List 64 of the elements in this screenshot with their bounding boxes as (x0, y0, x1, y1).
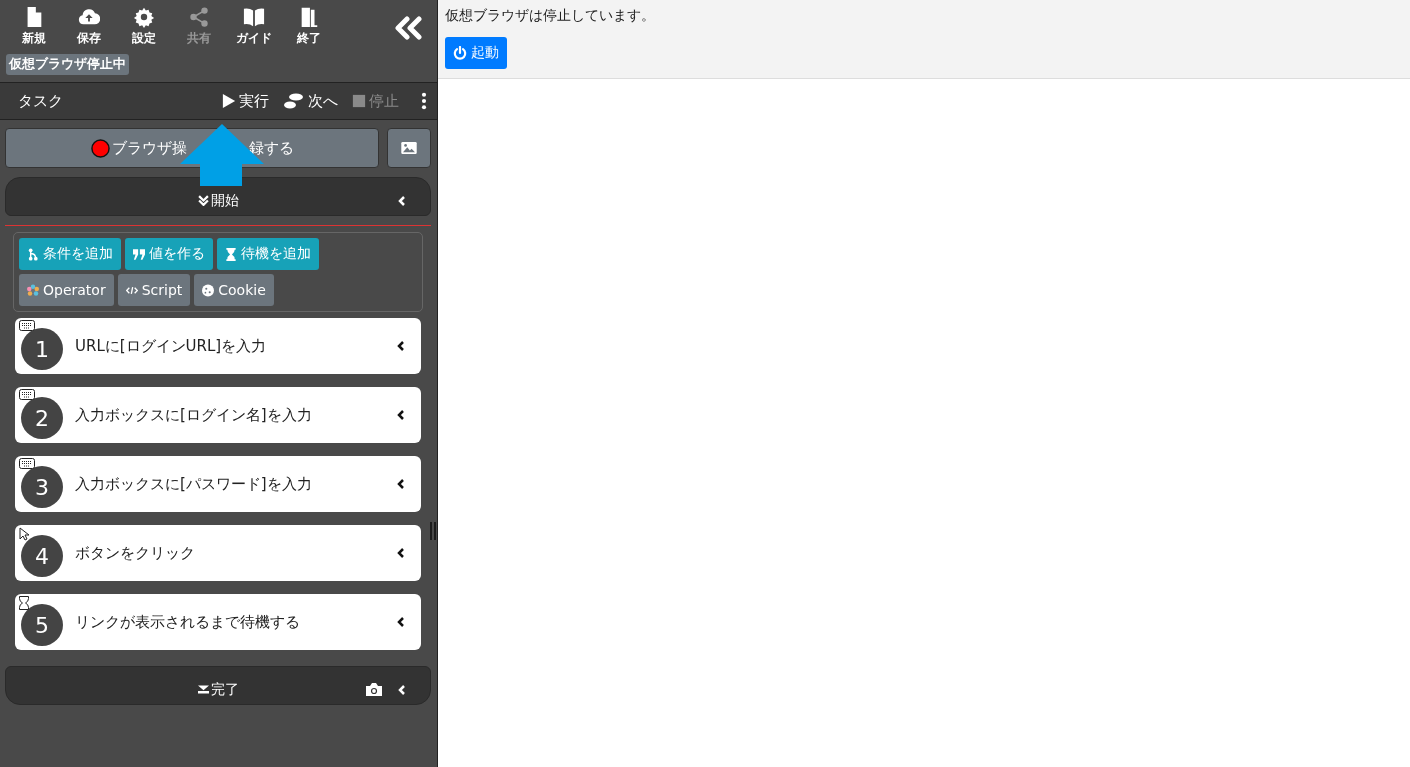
step-number: 5 (21, 604, 63, 646)
toolbar-button[interactable]: 保存 (61, 4, 116, 49)
end-marker-icon (197, 684, 209, 695)
step-number: 2 (21, 397, 63, 439)
start-button[interactable]: 起動 (445, 37, 507, 69)
keyboard-icon (19, 320, 35, 331)
step-label: リンクが表示されるまで待機する (75, 612, 300, 632)
record-icon (90, 138, 110, 158)
chevron-left-icon[interactable] (397, 409, 405, 421)
step-number: 4 (21, 535, 63, 577)
step-card[interactable]: 3 入力ボックスに[パスワード]を入力 (15, 456, 421, 512)
step-label: ボタンをクリック (75, 543, 195, 563)
step-card[interactable]: 5 リンクが表示されるまで待機する (15, 594, 421, 650)
play-icon (222, 93, 236, 109)
keyboard-icon (19, 458, 35, 469)
flower-icon (27, 283, 39, 297)
chevron-left-icon[interactable] (397, 478, 405, 490)
branch-icon (27, 247, 39, 261)
toolbar-button[interactable]: 新規 (6, 4, 61, 49)
status-message: 仮想ブラウザは停止しています。 (445, 7, 655, 25)
step-card[interactable]: 1 URLに[ログインURL]を入力 (15, 318, 421, 374)
chevron-left-icon[interactable] (397, 616, 405, 628)
keyboard-icon (19, 389, 35, 400)
cookie-icon (202, 283, 215, 297)
step-label: URLに[ログインURL]を入力 (75, 336, 267, 356)
stop-icon (352, 93, 366, 109)
add-button[interactable]: Script (117, 274, 191, 306)
step-label: 入力ボックスに[パスワード]を入力 (75, 474, 312, 494)
hourglass-icon (19, 596, 29, 610)
image-icon (401, 142, 417, 154)
screenshot-button[interactable] (387, 128, 431, 168)
task-title: タスク (18, 91, 63, 111)
resize-handle[interactable] (430, 522, 436, 540)
camera-icon[interactable] (366, 683, 382, 696)
collapse-icon[interactable] (393, 16, 423, 40)
start-block[interactable]: 開始 (5, 177, 431, 216)
step-card[interactable]: 2 入力ボックスに[ログイン名]を入力 (15, 387, 421, 443)
end-label: 完了 (210, 680, 239, 699)
task-action-button[interactable]: 実行 (218, 91, 273, 111)
share-icon (187, 6, 210, 28)
book-icon (242, 6, 265, 28)
step-number: 1 (21, 328, 63, 370)
chevron-left-icon[interactable] (397, 340, 405, 352)
toolbar-button[interactable]: 終了 (281, 4, 336, 49)
add-button[interactable]: Cookie (194, 274, 274, 306)
cursor-icon (19, 527, 29, 541)
chevron-left-icon[interactable] (397, 547, 405, 559)
start-label: 開始 (210, 191, 239, 210)
step-card[interactable]: 4 ボタンをクリック (15, 525, 421, 581)
power-icon (453, 46, 467, 60)
step-number: 3 (21, 466, 63, 508)
chevron-down-icon (197, 195, 209, 206)
toolbar-button[interactable]: ガイド (226, 4, 281, 49)
step-label: 入力ボックスに[ログイン名]を入力 (75, 405, 312, 425)
quote-icon (133, 247, 145, 261)
end-block[interactable]: 完了 (5, 666, 431, 705)
add-button[interactable]: Operator (19, 274, 114, 306)
footsteps-icon (283, 93, 305, 109)
toolbar-button[interactable]: 設定 (116, 4, 171, 49)
more-icon[interactable] (421, 92, 427, 110)
hourglass-icon (225, 247, 237, 261)
status-badge: 仮想ブラウザ停止中 (6, 54, 129, 75)
settings-icon (132, 6, 155, 28)
task-action-button[interactable]: 次へ (279, 91, 342, 111)
